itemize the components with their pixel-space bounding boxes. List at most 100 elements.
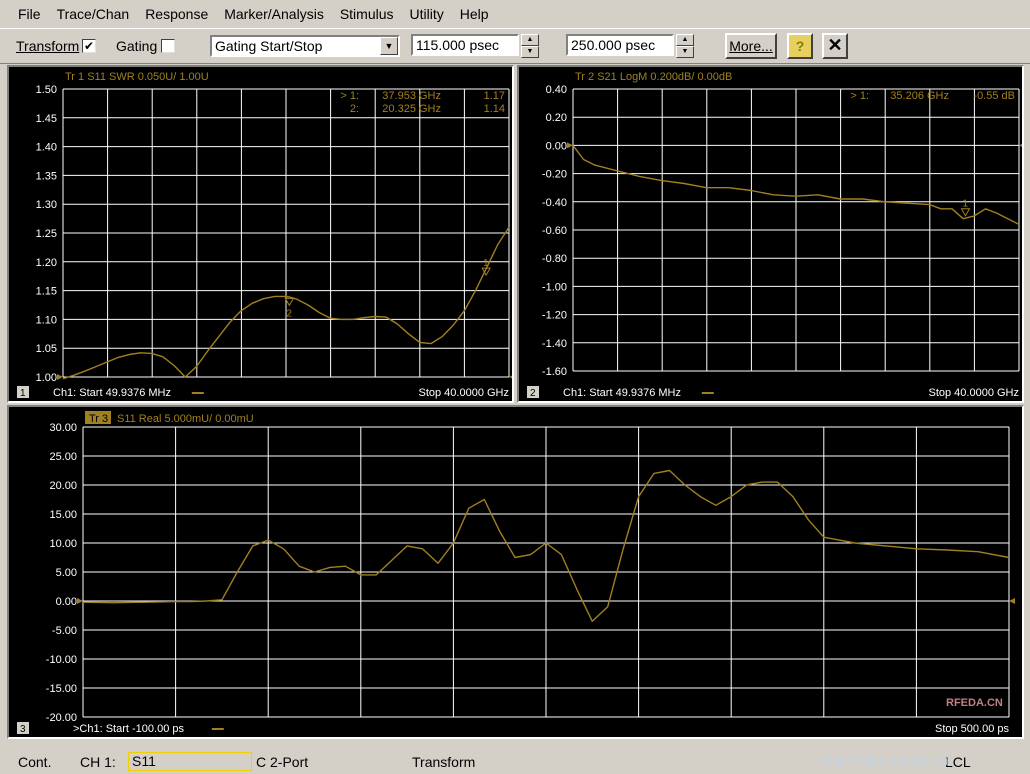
y-tick-label: 1.45 bbox=[36, 113, 57, 125]
question-icon[interactable]: ? bbox=[787, 33, 813, 59]
y-tick-label: -0.80 bbox=[542, 253, 567, 265]
ref-left-arrow bbox=[57, 374, 63, 380]
y-tick-label: 1.00 bbox=[36, 372, 57, 384]
y-tick-label: 1.40 bbox=[36, 142, 57, 154]
y-tick-label: 0.00 bbox=[546, 140, 567, 152]
marker-ref: 2: bbox=[350, 103, 359, 115]
calibration-status: C 2-Port bbox=[256, 754, 309, 770]
menu-bar: File Trace/Chan Response Marker/Analysis Sti… bbox=[0, 0, 1030, 28]
marker-number: 1 bbox=[483, 258, 489, 269]
marker-x-value: 37.953 GHz bbox=[382, 90, 441, 102]
y-tick-label: 1.30 bbox=[36, 199, 57, 211]
spin-up-icon[interactable]: ▲ bbox=[521, 34, 539, 46]
y-tick-label: 0.40 bbox=[546, 84, 567, 96]
y-tick-label: 1.20 bbox=[36, 257, 57, 269]
y-tick-label: -1.00 bbox=[542, 281, 567, 293]
marker-x-value: 20.325 GHz bbox=[382, 103, 441, 115]
trace-header: Tr 1 S11 SWR 0.050U/ 1.00U bbox=[65, 71, 209, 83]
ref-left-arrow bbox=[77, 598, 83, 604]
watermark-url: http://bbs.rfeda.cn bbox=[818, 752, 950, 768]
menu-utility[interactable]: Utility bbox=[402, 6, 452, 22]
spin-down-icon[interactable]: ▼ bbox=[521, 46, 539, 58]
trace-window-2[interactable]: Tr 2 S21 LogM 0.200dB/ 0.00dB 0.40 0.20 0.0… bbox=[517, 65, 1024, 403]
y-tick-label: 1.50 bbox=[36, 84, 57, 96]
y-tick-label: 0.20 bbox=[546, 112, 567, 124]
start-spinner[interactable]: ▲ ▼ bbox=[521, 34, 539, 58]
real-chart: Tr 3 S11 Real 5.000mU/ 0.00mU30.0025.0020… bbox=[17, 411, 1015, 735]
stop-spinner[interactable]: ▲ ▼ bbox=[676, 34, 694, 58]
transform-status: Transform bbox=[412, 754, 476, 770]
channel-label: CH 1: bbox=[80, 754, 116, 770]
y-tick-label: 5.00 bbox=[56, 567, 77, 579]
gating-stop-field[interactable]: 250.000 psec bbox=[566, 34, 674, 56]
menu-stimulus[interactable]: Stimulus bbox=[332, 6, 402, 22]
y-tick-label: -1.20 bbox=[542, 310, 567, 322]
y-tick-label: -0.60 bbox=[542, 225, 567, 237]
active-parameter[interactable]: S11 bbox=[128, 752, 252, 771]
y-tick-label: -15.00 bbox=[46, 683, 77, 695]
footer-stop: Stop 40.0000 GHz bbox=[928, 387, 1019, 399]
y-tick-label: 1.35 bbox=[36, 170, 57, 182]
y-tick-label: -0.20 bbox=[542, 169, 567, 181]
menu-file[interactable]: File bbox=[10, 6, 49, 22]
window-number: 2 bbox=[530, 388, 536, 399]
logm-chart: Tr 2 S21 LogM 0.200dB/ 0.00dB 0.40 0.20 0.0… bbox=[527, 71, 1022, 399]
menu-response[interactable]: Response bbox=[137, 6, 216, 22]
y-tick-label: 1.10 bbox=[36, 314, 57, 326]
chevron-down-icon[interactable]: ▼ bbox=[380, 37, 398, 55]
y-tick-label: 1.15 bbox=[36, 286, 57, 298]
y-tick-label: 15.00 bbox=[49, 509, 77, 521]
spin-up-icon[interactable]: ▲ bbox=[676, 34, 694, 46]
marker-y-value: 1.17 bbox=[484, 90, 505, 102]
menu-marker-analysis[interactable]: Marker/Analysis bbox=[216, 6, 332, 22]
y-tick-label: -1.40 bbox=[542, 338, 567, 350]
marker-triangle bbox=[960, 208, 971, 217]
ref-left-arrow bbox=[567, 142, 573, 149]
marker-ref: > 1: bbox=[340, 90, 359, 102]
marker-y-value: 1.14 bbox=[484, 103, 505, 115]
more-button[interactable]: More... bbox=[725, 33, 777, 59]
toolbar: Transform ✔ Gating Gating Start/Stop ▼ 1… bbox=[0, 28, 1030, 64]
marker-number: 2 bbox=[286, 308, 292, 319]
watermark-logo: RFEDA.CN bbox=[946, 697, 1003, 709]
spin-down-icon[interactable]: ▼ bbox=[676, 46, 694, 58]
gating-mode-value: Gating Start/Stop bbox=[215, 38, 323, 54]
window-number: 1 bbox=[20, 388, 26, 399]
transform-checkbox[interactable]: ✔ bbox=[82, 39, 96, 53]
gating-start-value: 115.000 psec bbox=[416, 37, 500, 53]
trace-window-3[interactable]: Tr 3 S11 Real 5.000mU/ 0.00mU 30.00 25.00 20… bbox=[7, 405, 1024, 739]
footer-start: >Ch1: Start -100.00 ps bbox=[73, 723, 184, 735]
vna-application: { "menu": ["File","Trace/Chan","Response… bbox=[0, 0, 1030, 774]
footer-start: Ch1: Start 49.9376 MHz bbox=[563, 387, 681, 399]
y-tick-label: 10.00 bbox=[49, 538, 77, 550]
y-tick-label: -0.40 bbox=[542, 197, 567, 209]
y-tick-label: -10.00 bbox=[46, 654, 77, 666]
marker-ref: > 1: bbox=[850, 90, 869, 102]
window-number: 3 bbox=[20, 724, 26, 735]
y-tick-label: 20.00 bbox=[49, 480, 77, 492]
y-tick-label: 0.00 bbox=[56, 596, 77, 608]
gating-checkbox[interactable] bbox=[161, 39, 175, 53]
marker-triangle bbox=[284, 297, 295, 307]
transform-label: Transform bbox=[16, 38, 80, 54]
footer-stop: Stop 40.0000 GHz bbox=[418, 387, 509, 399]
close-icon[interactable]: ✕ bbox=[822, 33, 848, 59]
y-tick-label: 1.05 bbox=[36, 343, 57, 355]
marker-y-value: -0.55 dB bbox=[973, 90, 1015, 102]
y-tick-label: -5.00 bbox=[52, 625, 77, 637]
footer-start: Ch1: Start 49.9376 MHz bbox=[53, 387, 171, 399]
ref-right-arrow bbox=[1009, 598, 1015, 604]
menu-trace-chan[interactable]: Trace/Chan bbox=[49, 6, 138, 22]
y-tick-label: 1.25 bbox=[36, 228, 57, 240]
swr-chart: Tr 1 S11 SWR 0.050U/ 1.00U 1.50 1.45 1.40 1.… bbox=[17, 71, 512, 399]
trace-header: S11 Real 5.000mU/ 0.00mU bbox=[117, 413, 254, 425]
gating-label: Gating bbox=[116, 38, 158, 54]
gating-stop-value: 250.000 psec bbox=[571, 37, 656, 53]
trace-window-1[interactable]: Tr 1 S11 SWR 0.050U/ 1.00U 1.50 1.45 1.40 1.… bbox=[7, 65, 514, 403]
footer-stop: Stop 500.00 ps bbox=[935, 723, 1010, 735]
gating-start-field[interactable]: 115.000 psec bbox=[411, 34, 519, 56]
sweep-mode: Cont. bbox=[18, 754, 52, 770]
menu-help[interactable]: Help bbox=[452, 6, 497, 22]
marker-x-value: 35.206 GHz bbox=[890, 90, 949, 102]
gating-mode-select[interactable]: Gating Start/Stop ▼ bbox=[210, 35, 400, 57]
